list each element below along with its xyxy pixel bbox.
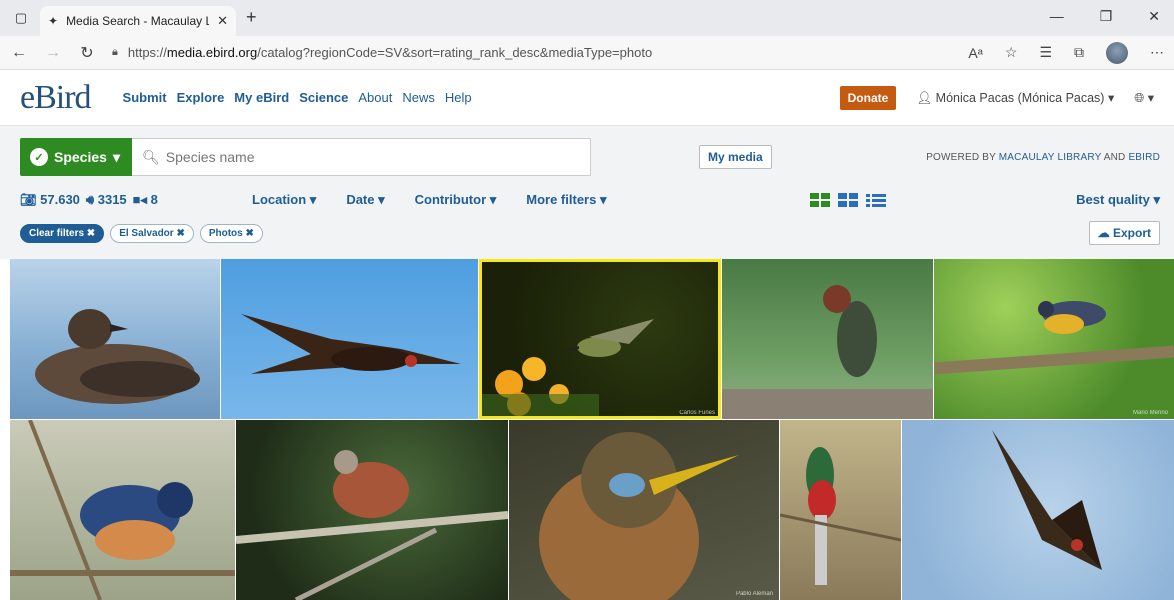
reload-icon[interactable]: ↻: [78, 43, 96, 63]
photo-tile[interactable]: [236, 420, 508, 600]
site-header: eBird Submit Explore My eBird Science Ab…: [0, 70, 1174, 126]
species-label: Species: [54, 149, 107, 165]
species-search-input[interactable]: 🔍︎ Species name: [132, 138, 591, 176]
view-toggle: [810, 193, 887, 207]
speaker-icon: 🔊︎: [85, 192, 95, 207]
window-menu-icon[interactable]: ▢: [10, 7, 32, 29]
jaeger-photo: [35, 309, 200, 404]
photo-tile[interactable]: Pablo Aleman: [509, 420, 779, 600]
favorites-bar-icon[interactable]: ☰: [1039, 44, 1052, 61]
collections-icon[interactable]: ⧉: [1074, 44, 1084, 61]
list-view-icon[interactable]: [866, 193, 887, 207]
ebird-link[interactable]: EBIRD: [1128, 152, 1160, 163]
url-field[interactable]: 🔒︎ https://media.ebird.org/catalog?regio…: [112, 40, 952, 66]
nav-science[interactable]: Science: [299, 90, 348, 105]
green-heron-photo: [722, 285, 933, 419]
species-dropdown-button[interactable]: ✓ Species ▾: [20, 138, 132, 176]
lock-icon: 🔒︎: [112, 46, 118, 58]
photo-tile[interactable]: [10, 420, 235, 600]
cloud-icon: ☁︎: [1097, 226, 1110, 240]
sort-dropdown[interactable]: Best quality ▾: [1076, 192, 1160, 208]
filter-dropdowns: Location ▾ Date ▾ Contributor ▾ More fil…: [252, 192, 606, 208]
export-button[interactable]: ☁︎ Export: [1088, 221, 1160, 245]
vulture-soaring-photo: [992, 430, 1102, 570]
photo-credit: Carlos Funes: [679, 410, 715, 416]
profile-avatar[interactable]: [1106, 41, 1128, 64]
url-prefix: https://: [127, 45, 167, 60]
trogon-photo: [780, 447, 901, 585]
nav-news[interactable]: News: [402, 90, 435, 105]
macaulay-link[interactable]: MACAULAY LIBRARY: [999, 152, 1102, 163]
species-icon: ✓: [30, 148, 48, 166]
photo-tile[interactable]: Mario Merino: [934, 259, 1174, 419]
user-menu[interactable]: 👤︎ Mónica Pacas (Mónica Pacas) ▾: [916, 90, 1114, 106]
read-aloud-icon[interactable]: Aᵃ: [968, 45, 983, 61]
nav-about[interactable]: About: [358, 90, 392, 105]
photo-tile[interactable]: [10, 259, 220, 419]
clear-filters-chip[interactable]: Clear filters ✖: [20, 223, 105, 243]
my-media-button[interactable]: My media: [699, 145, 772, 169]
browser-tabbar: ▢ ✦ Media Search - Macaulay Library ✕ + …: [0, 0, 1174, 36]
tab-favicon-icon: ✦: [48, 14, 59, 28]
minimize-icon[interactable]: —: [1050, 8, 1064, 25]
yellow-bird-photo: [934, 301, 1174, 375]
photo-credit: Pablo Aleman: [735, 591, 773, 597]
photo-tile-selected[interactable]: Carlos Funes: [479, 259, 721, 419]
photo-tile[interactable]: [902, 420, 1174, 600]
ebird-logo[interactable]: eBird: [20, 79, 92, 117]
camera-icon: 📷︎: [20, 192, 37, 207]
powered-by: POWERED BY MACAULAY LIBRARY AND EBIRD: [926, 151, 1160, 163]
back-icon[interactable]: ←: [10, 44, 28, 62]
vulture-photo: [241, 314, 461, 374]
forward-icon[interactable]: →: [44, 44, 62, 62]
user-icon: 👤︎: [916, 90, 936, 105]
search-placeholder: Species name: [165, 149, 255, 165]
restore-icon[interactable]: ❐: [1100, 8, 1113, 25]
photo-grid: Carlos Funes Mario Merino Pablo Aleman: [0, 259, 1174, 600]
more-icon[interactable]: ⋯: [1150, 44, 1164, 61]
filter-location[interactable]: Location ▾: [252, 192, 316, 208]
photo-tile[interactable]: [722, 259, 933, 419]
chip-photos[interactable]: Photos ✖: [199, 223, 263, 243]
motmot-chick-photo: [539, 432, 739, 600]
nav-help[interactable]: Help: [445, 90, 472, 105]
user-name: Mónica Pacas (Mónica Pacas): [935, 90, 1105, 105]
nav-submit[interactable]: Submit: [123, 90, 167, 105]
address-bar: ← → ↻ 🔒︎ https://media.ebird.org/catalog…: [0, 36, 1174, 70]
url-path: /catalog?regionCode=SV&sort=rating_rank_…: [257, 45, 653, 60]
hummingbird-photo: [479, 319, 654, 419]
nav-my-ebird[interactable]: My eBird: [234, 90, 289, 105]
large-grid-icon[interactable]: [810, 193, 831, 207]
photo-tile[interactable]: [221, 259, 478, 419]
close-window-icon[interactable]: ✕: [1148, 8, 1160, 25]
globe-icon: 🌐︎: [1134, 90, 1145, 105]
browser-tab[interactable]: ✦ Media Search - Macaulay Library ✕: [40, 6, 236, 36]
chip-el-salvador[interactable]: El Salvador ✖: [110, 223, 194, 243]
small-grid-icon[interactable]: [838, 193, 859, 207]
search-icon: 🔍︎: [142, 148, 160, 165]
video-icon: ■◂: [132, 192, 148, 207]
main-nav: Submit Explore My eBird Science About Ne…: [123, 90, 472, 105]
filter-date[interactable]: Date ▾: [346, 192, 384, 208]
favorite-icon[interactable]: ☆: [1005, 44, 1018, 61]
new-tab-icon[interactable]: +: [246, 7, 257, 28]
filter-contributor[interactable]: Contributor ▾: [415, 192, 497, 208]
photo-credit: Mario Merino: [1132, 410, 1168, 416]
chevron-down-icon: ▾: [112, 148, 120, 165]
tab-title: Media Search - Macaulay Library: [66, 14, 210, 28]
donate-button[interactable]: Donate: [839, 85, 897, 110]
media-counts: 📷︎ 57.630 🔊︎ 3315 ■◂ 8: [20, 192, 252, 208]
tab-close-icon[interactable]: ✕: [217, 13, 228, 29]
blue-seedeater-photo: [10, 420, 235, 600]
photo-tile[interactable]: [780, 420, 901, 600]
filter-more[interactable]: More filters ▾: [526, 192, 606, 208]
photo-count[interactable]: 📷︎ 57.630: [20, 192, 80, 208]
language-menu[interactable]: 🌐︎ ▾: [1134, 90, 1154, 106]
filter-panel: ✓ Species ▾ 🔍︎ Species name My media POW…: [0, 126, 1174, 259]
video-count[interactable]: ■◂ 8: [133, 192, 158, 208]
ruddy-dove-photo: [236, 450, 508, 600]
audio-count[interactable]: 🔊︎ 3315: [86, 192, 127, 208]
nav-explore[interactable]: Explore: [177, 90, 225, 105]
url-host: media.ebird.org: [166, 45, 258, 60]
